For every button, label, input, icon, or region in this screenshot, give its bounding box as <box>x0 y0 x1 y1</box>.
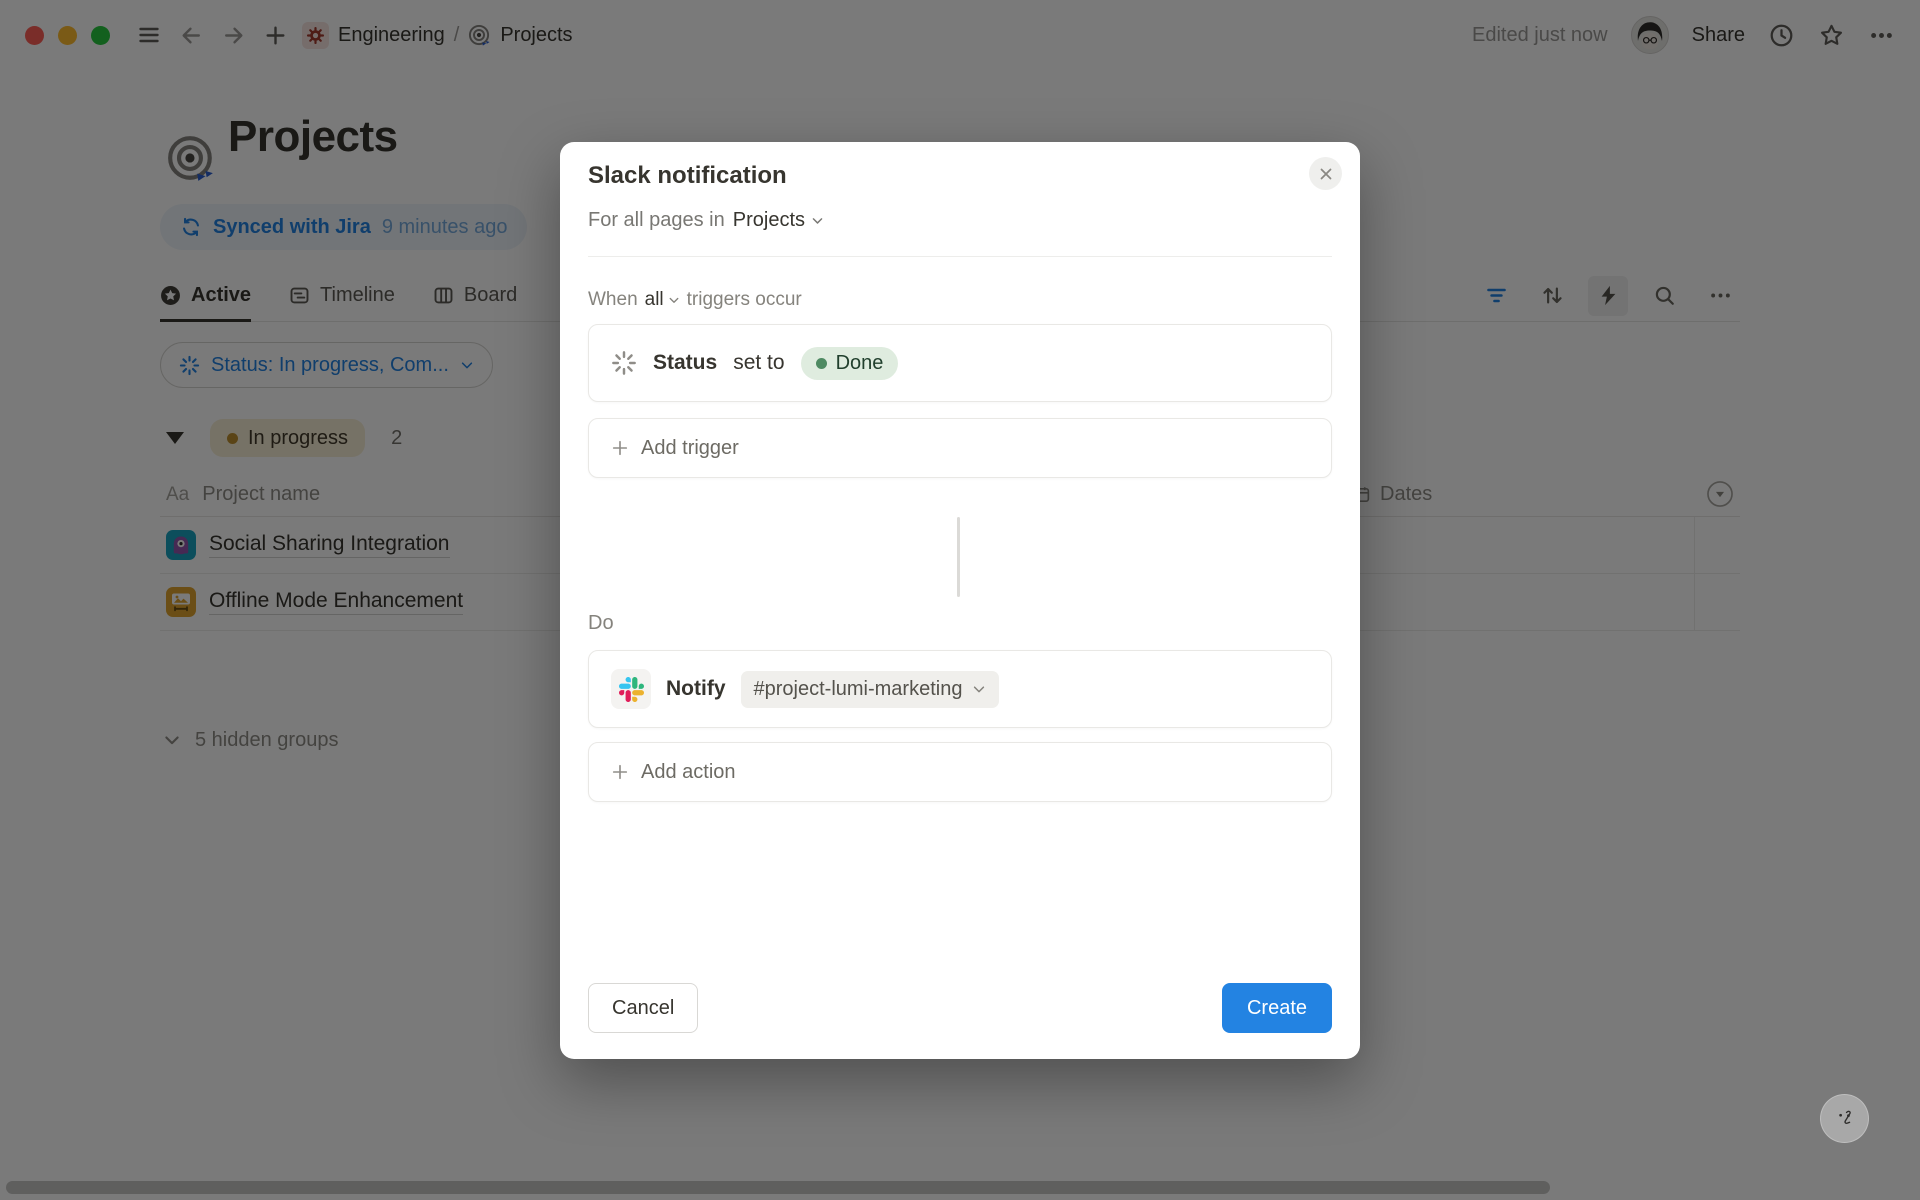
when-prefix: When <box>588 289 638 311</box>
flow-connector <box>957 517 960 597</box>
slack-channel-select[interactable]: #project-lumi-marketing <box>741 671 1000 708</box>
scope-value: Projects <box>733 209 805 232</box>
trigger-value: Done <box>836 352 884 375</box>
slack-notification-modal: Slack notification For all pages in Proj… <box>560 142 1360 1059</box>
add-action-button[interactable]: Add action <box>588 742 1332 802</box>
modal-divider <box>588 256 1332 257</box>
trigger-verb: set to <box>733 351 784 375</box>
scope-select[interactable]: Projects <box>733 209 824 232</box>
when-suffix: triggers occur <box>687 289 802 311</box>
when-operator: all <box>645 289 664 311</box>
modal-scope-row: For all pages in Projects <box>588 209 824 232</box>
scope-prefix: For all pages in <box>588 209 725 232</box>
plus-icon <box>611 763 629 781</box>
trigger-property: Status <box>653 351 717 375</box>
add-action-label: Add action <box>641 761 736 784</box>
trigger-card[interactable]: Status set to Done <box>588 324 1332 402</box>
close-icon[interactable] <box>1309 157 1342 190</box>
slack-icon <box>611 669 651 709</box>
create-button[interactable]: Create <box>1222 983 1332 1033</box>
done-status-dot <box>816 358 827 369</box>
add-trigger-label: Add trigger <box>641 437 739 460</box>
notion-window: Engineering / Projects Edited just now S… <box>0 0 1920 1200</box>
trigger-value-pill[interactable]: Done <box>801 347 899 380</box>
add-trigger-button[interactable]: Add trigger <box>588 418 1332 478</box>
when-operator-select[interactable]: all <box>645 289 680 311</box>
channel-name: #project-lumi-marketing <box>754 678 963 701</box>
modal-title: Slack notification <box>588 162 787 190</box>
action-verb: Notify <box>666 677 726 701</box>
cancel-button[interactable]: Cancel <box>588 983 698 1033</box>
do-label: Do <box>588 612 614 635</box>
chevron-down-icon <box>811 214 824 227</box>
chevron-down-icon <box>668 294 680 306</box>
chevron-down-icon <box>972 682 986 696</box>
plus-icon <box>611 439 629 457</box>
when-row: When all triggers occur <box>588 289 802 311</box>
action-card[interactable]: Notify #project-lumi-marketing <box>588 650 1332 728</box>
notion-ai-face-button[interactable] <box>1820 1094 1869 1143</box>
in-progress-spinner-icon <box>611 350 637 376</box>
